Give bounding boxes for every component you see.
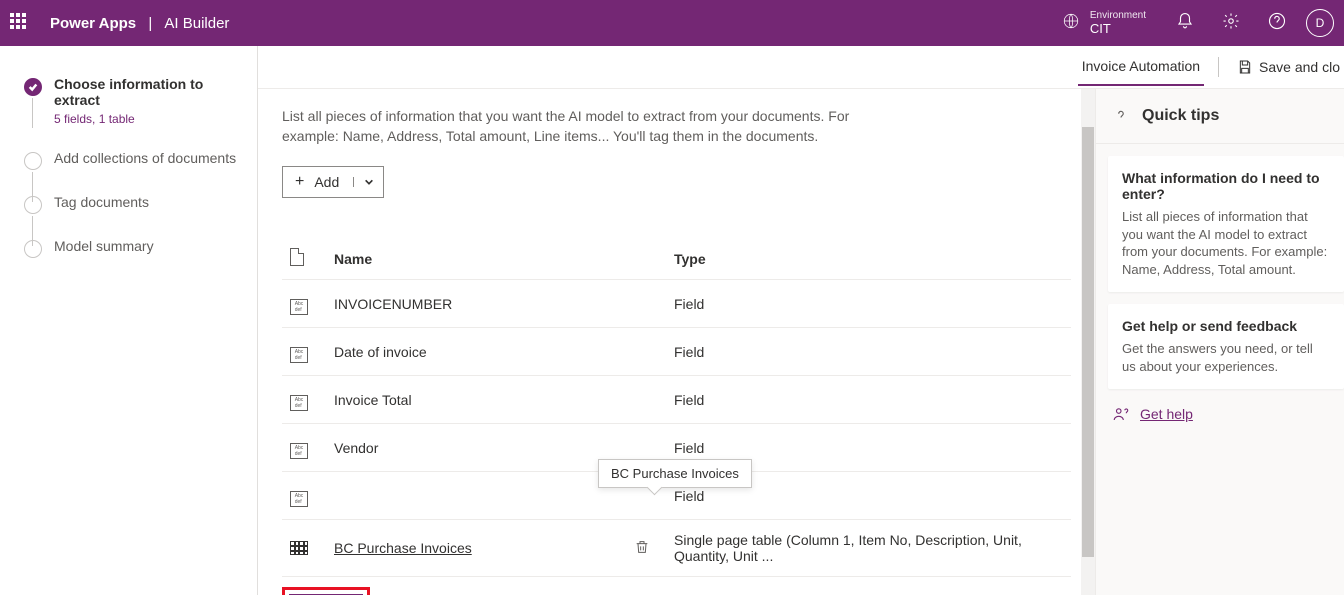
step-model-summary[interactable]: Model summary bbox=[24, 238, 245, 258]
person-help-icon bbox=[1112, 405, 1130, 423]
environment-value: CIT bbox=[1090, 21, 1146, 36]
step-title: Model summary bbox=[54, 238, 154, 254]
column-type[interactable]: Type bbox=[666, 238, 1071, 280]
table-field-icon bbox=[290, 541, 308, 555]
divider bbox=[1218, 57, 1219, 77]
question-icon bbox=[1112, 107, 1130, 125]
add-label: Add bbox=[314, 174, 353, 190]
step-meta: 5 fields, 1 table bbox=[54, 112, 245, 126]
step-pending-icon bbox=[24, 152, 42, 170]
step-add-collections[interactable]: Add collections of documents bbox=[24, 150, 245, 170]
tip-title: Get help or send feedback bbox=[1122, 318, 1330, 334]
save-label: Save and clo bbox=[1259, 59, 1340, 75]
step-pending-icon bbox=[24, 196, 42, 214]
field-name: Invoice Total bbox=[326, 376, 626, 424]
tip-card: Get help or send feedback Get the answer… bbox=[1108, 304, 1344, 389]
add-dropdown[interactable] bbox=[353, 177, 383, 187]
app-title: Power Apps | AI Builder bbox=[50, 15, 229, 32]
step-choose-info[interactable]: Choose information to extract 5 fields, … bbox=[24, 76, 245, 126]
app-section: AI Builder bbox=[164, 15, 229, 32]
field-name: Vendor bbox=[326, 424, 626, 472]
text-field-icon: Abcdef bbox=[290, 299, 308, 315]
avatar[interactable]: D bbox=[1306, 9, 1334, 37]
field-type: Field bbox=[666, 280, 1071, 328]
tips-heading: Quick tips bbox=[1096, 89, 1344, 144]
quick-tips-panel: Quick tips What information do I need to… bbox=[1096, 89, 1344, 595]
help-icon[interactable] bbox=[1268, 12, 1286, 35]
app-header: Power Apps | AI Builder Environment CIT … bbox=[0, 0, 1344, 46]
tip-body: Get the answers you need, or tell us abo… bbox=[1122, 340, 1330, 375]
table-row[interactable]: Abcdef Date of invoice Field bbox=[282, 328, 1071, 376]
notifications-icon[interactable] bbox=[1176, 12, 1194, 35]
fields-table: Name Type Abcdef INVOICENUMBER Field bbox=[282, 238, 1071, 577]
table-link[interactable]: BC Purchase Invoices bbox=[334, 540, 472, 556]
text-field-icon: Abcdef bbox=[290, 443, 308, 459]
document-icon bbox=[290, 248, 304, 266]
plus-icon: + bbox=[283, 173, 314, 191]
command-bar: Invoice Automation Save and clo bbox=[258, 46, 1344, 88]
environment-label: Environment bbox=[1090, 10, 1146, 21]
fields-panel: List all pieces of information that you … bbox=[258, 89, 1096, 595]
table-row[interactable]: BC Purchase Invoices Single page table (… bbox=[282, 520, 1071, 577]
title-separator: | bbox=[148, 15, 152, 32]
table-row[interactable]: Abcdef Invoice Total Field bbox=[282, 376, 1071, 424]
app-name: Power Apps bbox=[50, 15, 136, 32]
text-field-icon: Abcdef bbox=[290, 395, 308, 411]
step-title: Tag documents bbox=[54, 194, 149, 210]
tips-heading-text: Quick tips bbox=[1142, 107, 1219, 125]
get-help-row: Get help bbox=[1096, 389, 1344, 439]
step-title: Add collections of documents bbox=[54, 150, 236, 166]
highlight-frame: Next bbox=[282, 587, 370, 595]
environment-picker[interactable]: Environment CIT bbox=[1062, 10, 1146, 36]
model-name-tab[interactable]: Invoice Automation bbox=[1078, 48, 1204, 86]
tip-body: List all pieces of information that you … bbox=[1122, 208, 1330, 278]
field-type: Single page table (Column 1, Item No, De… bbox=[666, 520, 1071, 577]
environment-icon bbox=[1062, 12, 1080, 35]
step-tag-documents[interactable]: Tag documents bbox=[24, 194, 245, 214]
wizard-steps: Choose information to extract 5 fields, … bbox=[0, 46, 258, 595]
field-name: BC Purchase Invoices bbox=[326, 520, 626, 577]
app-launcher-icon[interactable] bbox=[10, 13, 30, 33]
tip-card: What information do I need to enter? Lis… bbox=[1108, 156, 1344, 292]
field-type: Field bbox=[666, 328, 1071, 376]
step-title: Choose information to extract bbox=[54, 76, 245, 108]
tooltip: BC Purchase Invoices bbox=[598, 459, 752, 488]
get-help-link[interactable]: Get help bbox=[1140, 406, 1193, 422]
column-icon bbox=[282, 238, 326, 280]
column-name[interactable]: Name bbox=[326, 238, 626, 280]
settings-icon[interactable] bbox=[1222, 12, 1240, 35]
step-pending-icon bbox=[24, 240, 42, 258]
intro-text: List all pieces of information that you … bbox=[282, 107, 862, 146]
field-name bbox=[326, 472, 626, 520]
step-done-icon bbox=[24, 78, 42, 96]
scrollbar[interactable] bbox=[1081, 89, 1095, 595]
text-field-icon: Abcdef bbox=[290, 491, 308, 507]
tip-title: What information do I need to enter? bbox=[1122, 170, 1330, 202]
delete-button[interactable] bbox=[626, 520, 666, 577]
text-field-icon: Abcdef bbox=[290, 347, 308, 363]
field-type: Field bbox=[666, 376, 1071, 424]
table-row[interactable]: Abcdef INVOICENUMBER Field bbox=[282, 280, 1071, 328]
save-icon bbox=[1237, 59, 1253, 75]
add-button[interactable]: + Add bbox=[282, 166, 384, 198]
save-and-close-button[interactable]: Save and clo bbox=[1233, 49, 1344, 85]
field-name: Date of invoice bbox=[326, 328, 626, 376]
field-name: INVOICENUMBER bbox=[326, 280, 626, 328]
